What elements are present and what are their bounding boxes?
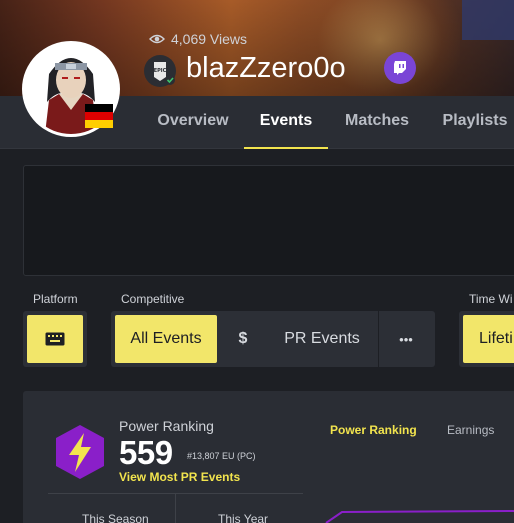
ad-placeholder [23, 165, 514, 276]
earnings-filter-button[interactable]: $ [226, 315, 260, 363]
epic-games-icon: EPIC [144, 55, 176, 87]
banner-artwork [462, 0, 514, 40]
this-season-label: This Season [82, 512, 149, 523]
lifetime-button[interactable]: Lifeti [463, 315, 514, 363]
time-window-label: Time Wi [469, 292, 513, 306]
tab-playlists[interactable]: Playlists [432, 96, 514, 149]
eye-icon [149, 34, 165, 44]
tab-overview[interactable]: Overview [150, 96, 236, 149]
chart-tab-earnings[interactable]: Earnings [447, 423, 494, 437]
twitch-icon[interactable] [384, 52, 416, 84]
germany-flag-icon [85, 104, 113, 128]
more-options-button[interactable]: ••• [382, 315, 430, 363]
views-text: 4,069 Views [171, 31, 248, 47]
all-events-button[interactable]: All Events [115, 315, 217, 363]
keyboard-icon [45, 332, 65, 346]
svg-text:EPIC: EPIC [154, 68, 167, 74]
tab-matches[interactable]: Matches [334, 96, 420, 149]
filter-divider [378, 311, 379, 367]
stats-divider-vertical [175, 493, 176, 523]
view-pr-events-link[interactable]: View Most PR Events [119, 470, 240, 484]
keyboard-platform-button[interactable] [27, 315, 83, 363]
power-ranking-value: 559 [119, 434, 173, 471]
power-ranking-label: Power Ranking [119, 418, 214, 434]
platform-label: Platform [33, 292, 78, 306]
chart-line [325, 510, 514, 523]
chart-tab-power-ranking[interactable]: Power Ranking [330, 423, 417, 437]
power-ranking-chart [325, 510, 514, 523]
tab-events[interactable]: Events [244, 96, 328, 149]
username: blazZzero0o [186, 52, 346, 84]
pr-events-button[interactable]: PR Events [268, 315, 376, 363]
this-year-label: This Year [218, 512, 269, 523]
power-ranking-rank: #13,807 EU (PC) [187, 451, 256, 461]
views-counter: 4,069 Views [149, 31, 247, 47]
competitive-label: Competitive [121, 292, 185, 306]
lightning-hex-icon [56, 425, 104, 479]
